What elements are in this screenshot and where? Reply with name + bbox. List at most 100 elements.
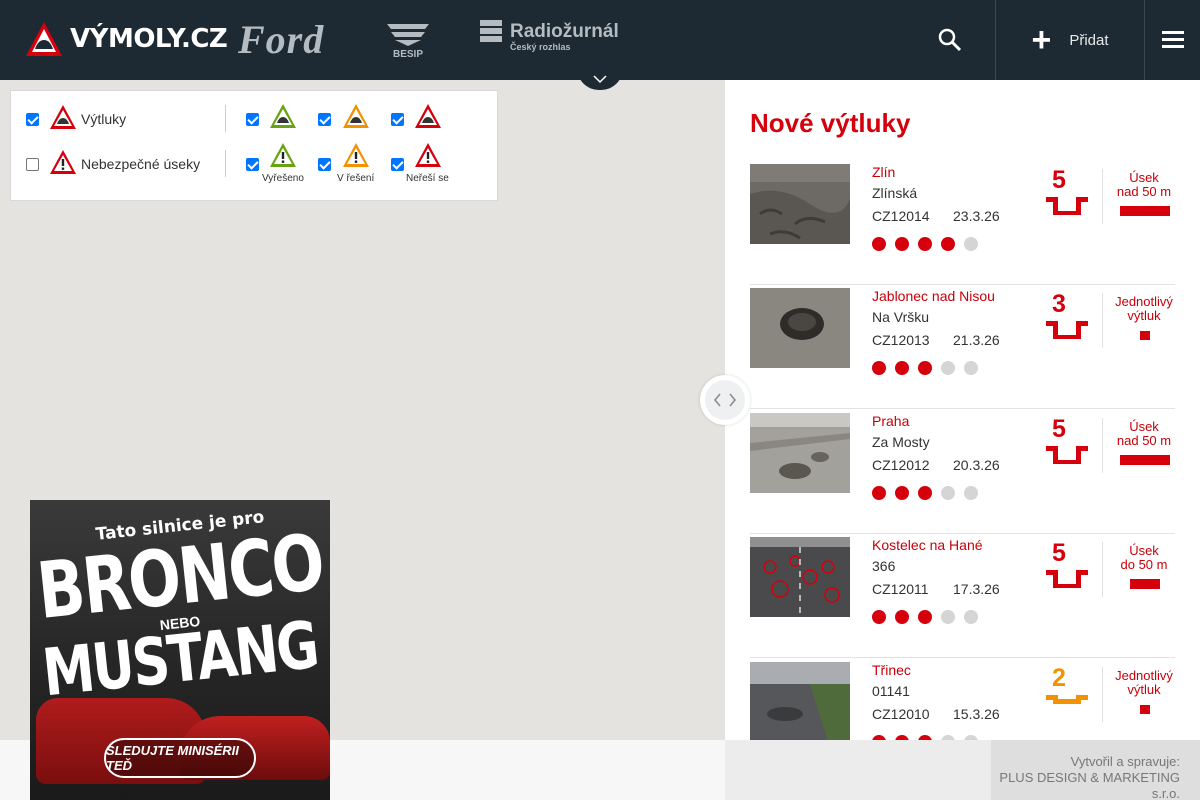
pothole-type-line1: Jednotlivý (1115, 668, 1173, 683)
filter-vytluky-inprogress-checkbox[interactable] (318, 113, 331, 126)
pothole-type-line2: výtluk (1127, 682, 1161, 697)
rating-dot (964, 610, 978, 624)
chevron-down-icon (593, 75, 607, 84)
filter-vytluky-label: Výtluky (81, 111, 127, 127)
pothole-type-line2: nad 50 m (1116, 184, 1172, 199)
credit-line1: Vytvořil a spravuje: (1070, 754, 1180, 769)
item-city[interactable]: Kostelec na Hané (872, 537, 983, 553)
pothole-type: Úsek nad 50 m (1112, 171, 1176, 199)
item-street: 366 (872, 558, 896, 574)
rating-dot (918, 237, 932, 251)
item-code: CZ12011 (872, 581, 929, 597)
filter-vytluky-resolved-checkbox[interactable] (246, 113, 259, 126)
danger-red-icon (415, 143, 441, 167)
credit-line2[interactable]: PLUS DESIGN & MARKETING (991, 770, 1180, 786)
map-filter-panel: Výtluky Nebezpečné úseky Vyřešeno V řeše… (10, 90, 498, 201)
filter-vytluky-checkbox[interactable] (26, 113, 39, 126)
ford-logo[interactable]: Ford (238, 16, 324, 63)
item-city[interactable]: Praha (872, 413, 909, 429)
panel-resize-handle[interactable] (700, 375, 750, 425)
pothole-green-icon (270, 104, 296, 128)
hamburger-menu-button[interactable] (1145, 0, 1200, 80)
section-length-bar (1120, 206, 1170, 216)
pothole-red-icon (50, 105, 76, 129)
item-separator (1102, 418, 1103, 473)
pothole-red-icon (415, 104, 441, 128)
severity-number: 5 (1052, 415, 1066, 443)
filter-nebezpecne-inprogress-checkbox[interactable] (318, 158, 331, 171)
rating-dot (872, 486, 886, 500)
filter-nebezpecne-resolved-checkbox[interactable] (246, 158, 259, 171)
pothole-type-line1: Jednotlivý (1115, 294, 1173, 309)
search-button[interactable] (905, 0, 995, 80)
item-city[interactable]: Třinec (872, 662, 911, 678)
list-item[interactable]: Zlín Zlínská CZ12014 23.3.26 5 Úsek nad … (750, 161, 1175, 285)
list-item[interactable]: Kostelec na Hané 366 CZ12011 17.3.26 5 Ú… (750, 534, 1175, 658)
list-item[interactable]: Třinec 01141 CZ12010 15.3.26 2 Jednotliv… (750, 659, 1175, 740)
ad-cta-button[interactable]: SLEDUJTE MINISÉRII TEĎ (104, 738, 256, 778)
pothole-type-line2: výtluk (1127, 308, 1161, 323)
pothole-type: Úsek do 50 m (1112, 544, 1176, 572)
search-icon (938, 28, 962, 52)
filter-vytluky-unresolved-checkbox[interactable] (391, 113, 404, 126)
ford-ad-banner[interactable]: Tato silnice je pro BRONCO NEBO MUSTANG … (30, 500, 330, 800)
rating-dot (964, 361, 978, 375)
cro-bars-icon (480, 20, 502, 42)
radiozurnal-logo[interactable]: Radiožurnál Český rozhlas (480, 20, 619, 52)
add-pothole-button[interactable]: + Přidat (995, 0, 1145, 80)
pothole-type-line1: Úsek (1129, 543, 1159, 558)
rating-dots (872, 486, 978, 500)
pothole-photo[interactable] (750, 164, 850, 244)
list-item[interactable]: Praha Za Mosty CZ12012 20.3.26 5 Úsek na… (750, 410, 1175, 534)
radio-subtitle: Český rozhlas (510, 42, 571, 52)
pothole-type: Úsek nad 50 m (1112, 420, 1176, 448)
logo-text: VÝMOLY.CZ (70, 24, 228, 54)
item-street: Na Vršku (872, 309, 930, 325)
severity-number: 2 (1052, 664, 1066, 692)
panel-handle-inner (705, 380, 745, 420)
list-item[interactable]: Jablonec nad Nisou Na Vršku CZ12013 21.3… (750, 285, 1175, 409)
filter-nebezpecne-checkbox[interactable] (26, 158, 39, 171)
besip-text: BESIP (392, 49, 423, 60)
radio-name: Radiožurnál (510, 21, 619, 42)
rating-dot (872, 361, 886, 375)
rating-dot (941, 610, 955, 624)
rating-dot (895, 237, 909, 251)
plus-icon: + (1031, 21, 1052, 59)
item-separator (1102, 293, 1103, 348)
filter-nebezpecne-unresolved-checkbox[interactable] (391, 158, 404, 171)
rating-dot (918, 486, 932, 500)
pothole-photo[interactable] (750, 537, 850, 617)
pothole-photo[interactable] (750, 288, 850, 368)
site-logo[interactable]: VÝMOLY.CZ (24, 20, 228, 58)
pothole-orange-icon (343, 104, 369, 128)
item-city[interactable]: Zlín (872, 164, 895, 180)
pothole-photo[interactable] (750, 662, 850, 740)
pothole-profile-icon (1046, 321, 1088, 339)
rating-dots (872, 237, 978, 251)
item-city[interactable]: Jablonec nad Nisou (872, 288, 995, 304)
rating-dot (895, 486, 909, 500)
item-code: CZ12013 (872, 332, 930, 348)
pothole-photo[interactable] (750, 413, 850, 493)
rating-dot (872, 237, 886, 251)
rating-dots (872, 610, 978, 624)
credit-line3: s.r.o. (1151, 786, 1180, 800)
item-separator (1102, 542, 1103, 597)
single-pothole-mark (1140, 331, 1150, 340)
footer-left (725, 740, 991, 800)
pothole-type-line1: Úsek (1129, 170, 1159, 185)
pothole-type-line1: Úsek (1129, 419, 1159, 434)
rating-dot (895, 610, 909, 624)
section-length-bar (1130, 579, 1160, 589)
item-date: 20.3.26 (953, 457, 1000, 473)
rating-dot (941, 486, 955, 500)
besip-logo[interactable]: BESIP (384, 20, 432, 60)
pothole-profile-icon (1046, 197, 1088, 215)
rating-dot (941, 361, 955, 375)
item-code: CZ12010 (872, 706, 930, 722)
section-length-bar (1120, 455, 1170, 465)
item-code: CZ12014 (872, 208, 930, 224)
status-inprogress-label: V řešení (337, 173, 375, 184)
warning-triangle-icon (26, 22, 62, 56)
